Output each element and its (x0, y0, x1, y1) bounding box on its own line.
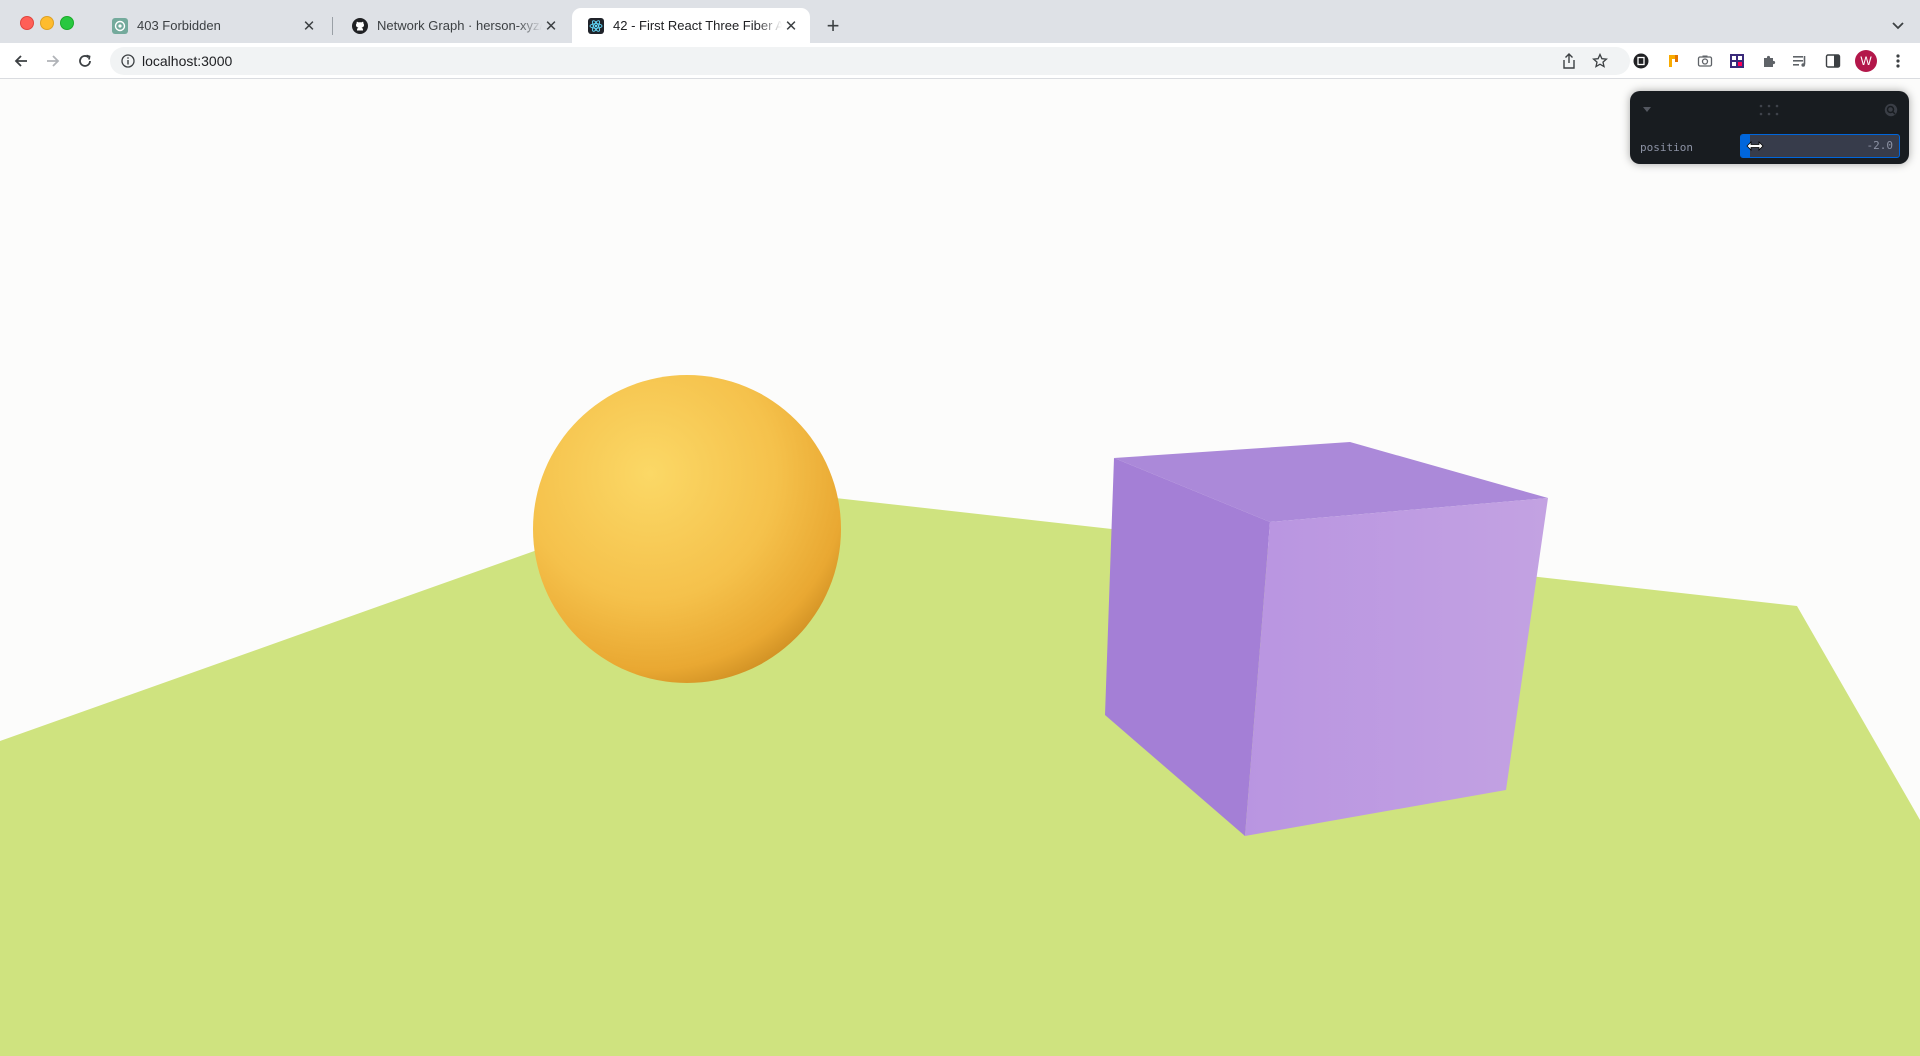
tab-title: 42 - First React Three Fiber Application (613, 18, 782, 33)
panel-search-icon[interactable] (1883, 102, 1899, 118)
tab-strip: 403 Forbidden ✕ Network Graph · herson-x… (0, 0, 1920, 43)
cube-front-face (1245, 498, 1548, 836)
side-panel-icon[interactable] (1823, 51, 1843, 71)
drag-handle-icon[interactable] (1757, 103, 1781, 117)
extension-icon-2[interactable] (1663, 51, 1683, 71)
menu-kebab-icon[interactable] (1888, 51, 1908, 71)
close-tab-icon[interactable]: ✕ (542, 17, 560, 35)
collapse-chevron-icon[interactable] (1640, 103, 1654, 117)
url-text: localhost:3000 (142, 53, 233, 69)
controls-panel: position -2.0 (1630, 91, 1909, 164)
puzzle-icon[interactable] (1759, 51, 1779, 71)
react-icon (588, 17, 604, 34)
minimize-window-button[interactable] (40, 16, 54, 30)
bookmark-star-icon[interactable] (1590, 51, 1610, 71)
openai-icon (112, 17, 128, 34)
position-value: -2.0 (1866, 139, 1894, 152)
reload-button[interactable] (72, 48, 98, 74)
extension-icon-3[interactable] (1727, 51, 1747, 71)
forward-button[interactable] (40, 48, 66, 74)
github-icon (352, 17, 368, 34)
browser-toolbar: localhost:3000 W (0, 43, 1920, 79)
close-tab-icon[interactable]: ✕ (782, 17, 800, 35)
new-tab-button[interactable]: + (820, 13, 846, 39)
close-tab-icon[interactable]: ✕ (300, 17, 318, 35)
position-label: position (1640, 141, 1693, 154)
sphere-mesh (533, 375, 841, 683)
media-icon[interactable] (1790, 51, 1810, 71)
close-window-button[interactable] (20, 16, 34, 30)
tab-title: 403 Forbidden (137, 18, 221, 33)
address-bar[interactable]: localhost:3000 (110, 47, 1630, 75)
tab-403-forbidden[interactable]: 403 Forbidden ✕ (96, 8, 328, 43)
profile-avatar[interactable]: W (1855, 50, 1877, 72)
maximize-window-button[interactable] (60, 16, 74, 30)
site-info-icon[interactable] (120, 53, 136, 69)
tab-search-chevron-icon[interactable] (1887, 14, 1909, 36)
share-icon[interactable] (1559, 51, 1579, 71)
position-number-input[interactable]: -2.0 (1740, 134, 1900, 158)
back-button[interactable] (8, 48, 34, 74)
resize-cursor-icon (1746, 141, 1764, 151)
tab-title: Network Graph · herson-xyz/first-react-t… (377, 18, 542, 33)
panel-header[interactable] (1630, 91, 1909, 129)
tab-separator (332, 17, 333, 35)
tab-react-three-fiber[interactable]: 42 - First React Three Fiber Application… (572, 8, 810, 43)
camera-icon[interactable] (1695, 51, 1715, 71)
three-canvas[interactable] (0, 80, 1920, 1056)
tab-network-graph[interactable]: Network Graph · herson-xyz/first-react-t… (336, 8, 570, 43)
extension-icon-1[interactable] (1631, 51, 1651, 71)
